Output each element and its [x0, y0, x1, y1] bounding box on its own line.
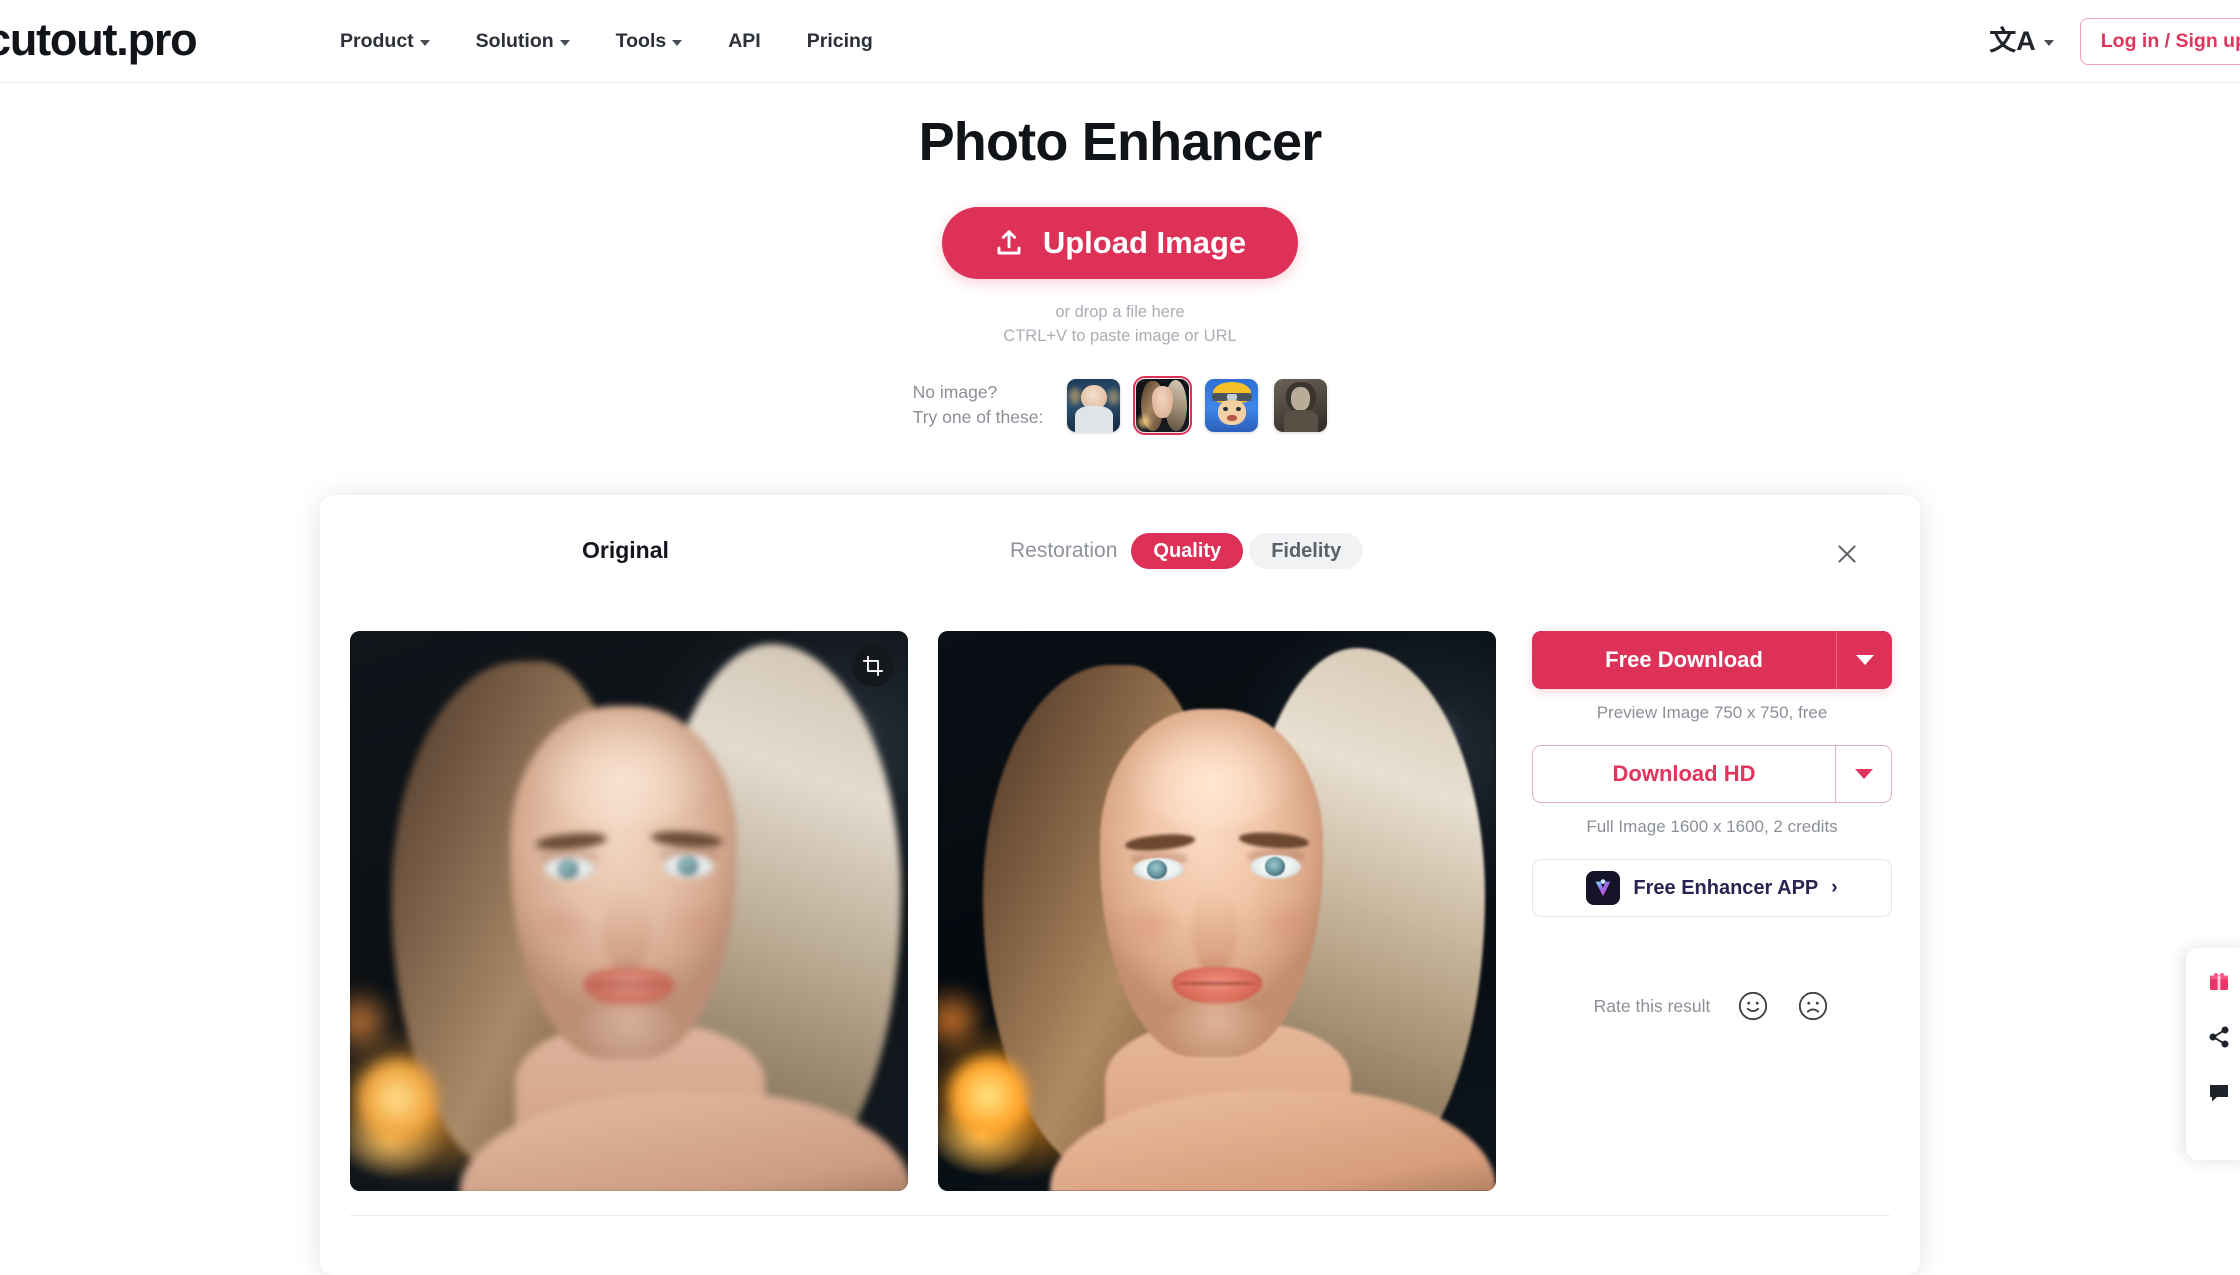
rate-result-label: Rate this result	[1593, 995, 1711, 1016]
tab-fidelity[interactable]: Fidelity	[1249, 533, 1364, 569]
feedback-icon	[2210, 1085, 2228, 1102]
crop-icon	[862, 655, 884, 677]
smiley-sad-icon	[1799, 991, 1828, 1021]
rate-positive-button[interactable]	[1736, 989, 1770, 1023]
app-logo-icon	[1596, 879, 1611, 897]
chevron-down-icon	[1855, 655, 1874, 665]
rate-result-row: Rate this result	[1532, 989, 1892, 1023]
site-logo[interactable]: cutout.pro	[0, 14, 198, 66]
upload-area: Upload Image	[0, 207, 2240, 279]
download-hd-hint: Full Image 1600 x 1600, 2 credits	[1586, 817, 1838, 836]
enhanced-portrait-image	[938, 631, 1496, 1191]
free-download-button[interactable]: Free Download	[1532, 631, 1892, 689]
nav-item-pricing[interactable]: Pricing	[807, 30, 873, 53]
nav-label-tools: Tools	[615, 30, 667, 52]
original-image-pane[interactable]	[350, 631, 908, 1191]
sample-thumb-woman-portrait[interactable]	[1133, 375, 1193, 435]
drop-hint-line1: or drop a file here	[1055, 303, 1185, 321]
free-download-label: Free Download	[1605, 647, 1763, 672]
language-switcher[interactable]: 文A	[1989, 28, 2054, 55]
nav-label-api: API	[728, 30, 761, 52]
crop-button[interactable]	[852, 645, 894, 687]
restoration-label: Restoration	[1010, 539, 1118, 562]
restoration-mode-group: Restoration Quality Fidelity	[1010, 533, 1364, 569]
nav-item-api[interactable]: API	[728, 30, 761, 53]
sample-label-line1: No image?	[912, 381, 998, 402]
sample-thumb-vintage-woman[interactable]	[1274, 378, 1328, 432]
nav-label-product: Product	[340, 30, 414, 52]
chevron-down-icon	[2043, 40, 2054, 46]
card-divider	[350, 1215, 1890, 1216]
login-signup-button[interactable]: Log in / Sign up	[2079, 18, 2240, 65]
close-icon	[1838, 545, 1856, 563]
sample-images-row: No image? Try one of these:	[0, 375, 2240, 435]
upload-button-label: Upload Image	[1042, 225, 1247, 260]
chevron-right-icon: ›	[1831, 877, 1838, 898]
sample-images-label: No image? Try one of these:	[913, 380, 1044, 431]
free-download-hint: Preview Image 750 x 750, free	[1596, 703, 1828, 722]
result-card: Original Restoration Quality Fidelity Fr…	[320, 495, 1920, 1275]
upload-image-button[interactable]: Upload Image	[941, 207, 1299, 279]
original-portrait-image	[350, 631, 908, 1191]
chevron-down-icon	[672, 40, 683, 46]
chevron-down-icon	[1854, 769, 1873, 779]
enhancer-app-icon	[1586, 871, 1621, 905]
smiley-happy-icon	[1739, 991, 1768, 1021]
gift-icon	[2210, 973, 2228, 990]
result-card-header: Original Restoration Quality Fidelity	[320, 495, 1920, 595]
download-hd-button[interactable]: Download HD	[1532, 745, 1892, 803]
drop-hint-line2: CTRL+V to paste image or URL	[1003, 326, 1237, 345]
feedback-button[interactable]	[2204, 1078, 2234, 1108]
download-hd-dropdown-toggle[interactable]	[1835, 746, 1891, 802]
page-title: Photo Enhancer	[918, 112, 1323, 172]
side-floating-widget	[2186, 948, 2240, 1160]
nav-label-pricing: Pricing	[806, 30, 873, 52]
nav-item-product[interactable]: Product	[340, 30, 430, 53]
hero-section: Photo Enhancer Upload Image or drop a fi…	[0, 83, 2240, 435]
chevron-down-icon	[419, 40, 430, 46]
chevron-down-icon	[559, 40, 570, 46]
nav-label-solution: Solution	[475, 30, 554, 52]
language-icon: 文A	[1989, 26, 2036, 56]
sample-thumb-anime-naruto[interactable]	[1205, 378, 1259, 432]
header-actions: 文A Log in / Sign up	[1989, 0, 2240, 83]
label-original: Original	[582, 537, 669, 563]
drop-hint: or drop a file here CTRL+V to paste imag…	[0, 301, 2240, 349]
enhanced-image-pane[interactable]	[938, 631, 1496, 1191]
free-download-dropdown-toggle[interactable]	[1836, 631, 1892, 689]
rate-negative-button[interactable]	[1796, 989, 1830, 1023]
share-icon	[2209, 1026, 2229, 1048]
main-navigation: Product Solution Tools API Pricing	[340, 0, 873, 83]
sample-label-line2: Try one of these:	[912, 407, 1044, 428]
share-button[interactable]	[2204, 1022, 2234, 1052]
site-header: cutout.pro Product Solution Tools API Pr…	[0, 0, 2240, 83]
free-enhancer-app-label: Free Enhancer APP	[1633, 876, 1819, 899]
close-button[interactable]	[1830, 537, 1864, 571]
action-panel: Free Download Preview Image 750 x 750, f…	[1532, 631, 1892, 1023]
free-enhancer-app-button[interactable]: Free Enhancer APP ›	[1532, 859, 1892, 917]
nav-item-solution[interactable]: Solution	[476, 30, 570, 53]
upload-icon	[997, 230, 1021, 255]
gift-button[interactable]	[2204, 966, 2234, 996]
download-hd-label: Download HD	[1612, 761, 1756, 786]
tab-quality[interactable]: Quality	[1131, 533, 1244, 569]
nav-item-tools[interactable]: Tools	[616, 30, 683, 53]
sample-thumb-child[interactable]	[1067, 378, 1121, 432]
